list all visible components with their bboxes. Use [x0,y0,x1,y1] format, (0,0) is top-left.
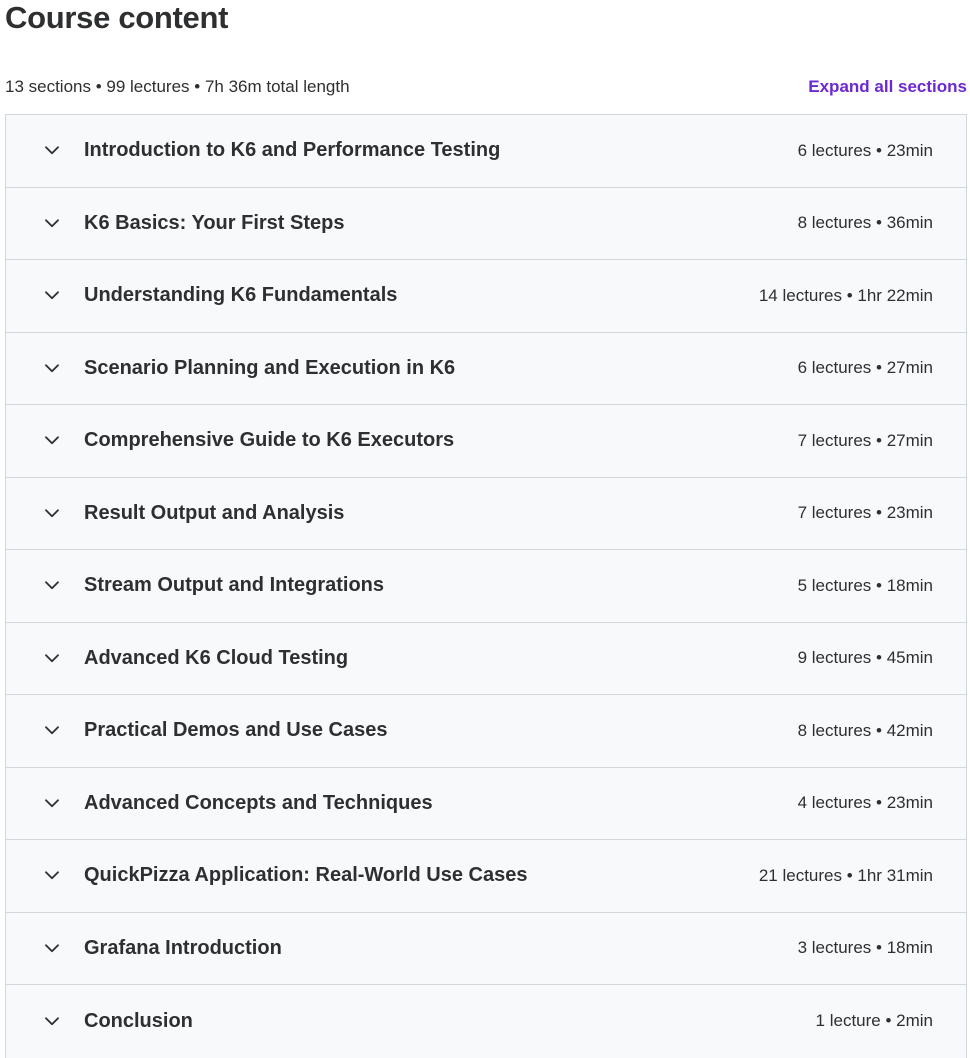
section-title: Scenario Planning and Execution in K6 [84,356,456,379]
sections-list: Introduction to K6 and Performance Testi… [5,114,967,1058]
section-lecture-count: 4 lectures • 23min [797,793,933,813]
chevron-down-icon[interactable] [44,288,60,304]
course-content-panel: Course content 13 sections • 99 lectures… [0,0,970,1058]
section-title: Practical Demos and Use Cases [84,719,388,742]
section-title: Advanced K6 Cloud Testing [84,646,349,669]
page-title: Course content [5,0,229,35]
chevron-down-icon[interactable] [44,1013,60,1029]
section-header[interactable]: Understanding K6 Fundamentals 14 lectures… [6,260,966,333]
chevron-down-icon[interactable] [44,868,60,884]
chevron-down-icon[interactable] [44,505,60,521]
section-header[interactable]: Advanced K6 Cloud Testing 9 lectures • 45… [6,622,966,695]
section-title: Grafana Introduction [84,936,282,959]
section-title: Result Output and Analysis [84,501,345,524]
section-header[interactable]: Advanced Concepts and Techniques 4 lectur… [6,767,966,840]
chevron-down-icon[interactable] [44,215,60,231]
section-lecture-count: 1 lecture • 2min [815,1011,933,1031]
chevron-down-icon[interactable] [44,578,60,594]
section-header[interactable]: K6 Basics: Your First Steps 8 lectures • … [6,187,966,260]
section-title: Introduction to K6 and Performance Testi… [84,139,501,162]
section-lecture-count: 7 lectures • 23min [797,503,933,523]
section-lecture-count: 5 lectures • 18min [797,575,933,595]
chevron-down-icon[interactable] [44,433,60,449]
section-title: Advanced Concepts and Techniques [84,791,433,814]
section-header[interactable]: QuickPizza Application: Real-World Use C… [6,840,966,913]
section-header[interactable]: Result Output and Analysis 7 lectures • 2… [6,477,966,550]
section-lecture-count: 8 lectures • 42min [797,720,933,740]
section-header[interactable]: Scenario Planning and Execution in K6 6 l… [6,332,966,405]
section-header[interactable]: Introduction to K6 and Performance Testi… [6,115,966,188]
course-summary-row: 13 sections • 99 lectures • 7h 36m total… [5,75,967,99]
section-header[interactable]: Practical Demos and Use Cases 8 lectures … [6,695,966,768]
section-header[interactable]: Grafana Introduction 3 lectures • 18min [6,912,966,985]
chevron-down-icon[interactable] [44,940,60,956]
section-title: Conclusion [84,1009,193,1032]
section-lecture-count: 14 lectures • 1hr 22min [758,285,933,305]
section-title: QuickPizza Application: Real-World Use C… [84,864,528,887]
chevron-down-icon[interactable] [44,650,60,666]
chevron-down-icon[interactable] [44,795,60,811]
section-lecture-count: 21 lectures • 1hr 31min [758,865,933,885]
chevron-down-icon[interactable] [44,143,60,159]
chevron-down-icon[interactable] [44,723,60,739]
section-header[interactable]: Comprehensive Guide to K6 Executors 7 lec… [6,405,966,478]
section-lecture-count: 3 lectures • 18min [797,938,933,958]
section-title: Comprehensive Guide to K6 Executors [84,429,455,452]
section-lecture-count: 8 lectures • 36min [797,213,933,233]
section-title: Stream Output and Integrations [84,574,385,597]
course-summary: 13 sections • 99 lectures • 7h 36m total… [5,77,350,96]
expand-all-sections-button[interactable]: Expand all sections [808,77,967,97]
section-title: K6 Basics: Your First Steps [84,211,345,234]
section-lecture-count: 7 lectures • 27min [797,430,933,450]
section-lecture-count: 9 lectures • 45min [797,648,933,668]
section-title: Understanding K6 Fundamentals [84,284,398,307]
section-header[interactable]: Stream Output and Integrations 5 lectures… [6,550,966,623]
chevron-down-icon[interactable] [44,360,60,376]
section-lecture-count: 6 lectures • 23min [797,140,933,160]
section-header[interactable]: Conclusion 1 lecture • 2min [6,985,966,1058]
section-lecture-count: 6 lectures • 27min [797,358,933,378]
